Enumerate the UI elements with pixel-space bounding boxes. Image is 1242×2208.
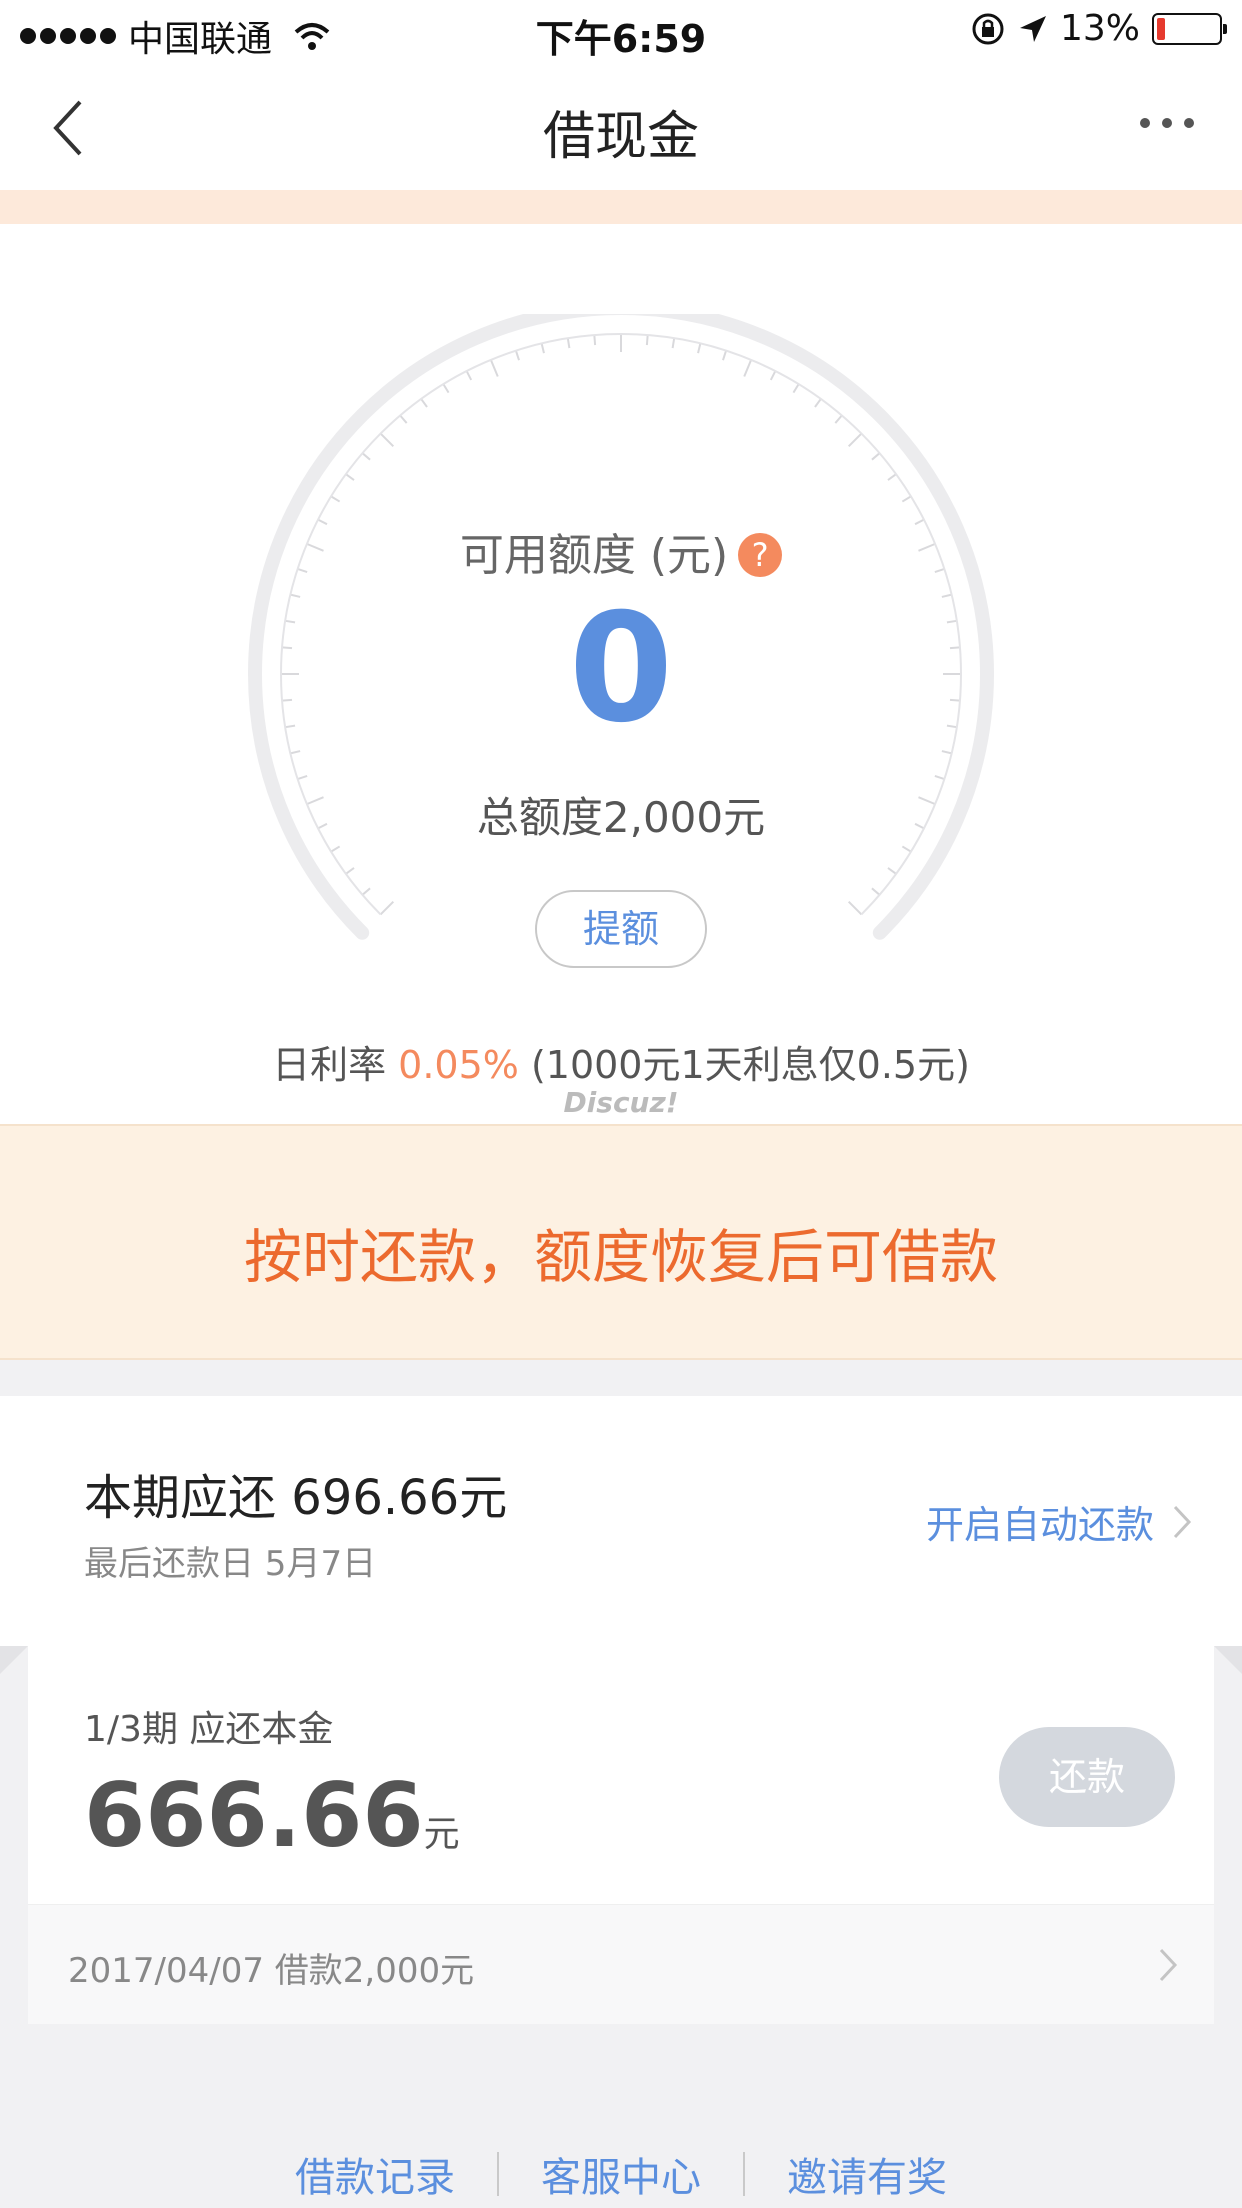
loan-info: 2017/04/07 借款2,000元 bbox=[68, 1951, 475, 1991]
autopay-link[interactable]: 开启自动还款 bbox=[926, 1494, 1192, 1549]
location-icon bbox=[1019, 15, 1046, 42]
gauge-tick bbox=[361, 887, 371, 896]
installment-label: 1/3期 应还本金 bbox=[84, 1709, 334, 1750]
raise-limit-button[interactable]: 提额 bbox=[535, 890, 707, 968]
footer-links: 借款记录 客服中心 邀请有奖 bbox=[0, 2140, 1242, 2208]
gauge-tick bbox=[871, 887, 881, 896]
gauge-tick bbox=[847, 432, 863, 448]
page: 中国联通 下午6:59 13% 借现金 可用额度 (元) ? 0 总额度2,00… bbox=[0, 0, 1242, 2208]
gauge-tick bbox=[330, 495, 341, 503]
chevron-right-icon bbox=[1159, 1948, 1178, 1982]
gauge-tick bbox=[934, 775, 945, 781]
help-icon[interactable]: ? bbox=[738, 533, 783, 577]
installment-amount-unit: 元 bbox=[423, 1814, 460, 1855]
gauge-tick bbox=[887, 473, 897, 481]
gauge-tick bbox=[814, 398, 822, 408]
gauge-tick bbox=[290, 750, 301, 755]
nav-bar: 借现金 bbox=[0, 64, 1242, 190]
daily-rate: 日利率 0.05% (1000元1天利息仅0.5元) bbox=[0, 1034, 1242, 1089]
available-credit-value: 0 bbox=[568, 582, 674, 756]
gauge-tick bbox=[379, 900, 395, 916]
last-repay-date: 最后还款日 5月7日 bbox=[84, 1544, 377, 1584]
gauge-tick bbox=[442, 383, 450, 394]
daily-rate-suffix: (1000元1天利息仅0.5元) bbox=[518, 1043, 970, 1087]
autopay-link-label: 开启自动还款 bbox=[925, 1503, 1154, 1547]
installment-card: 1/3期 应还本金 666.66元 还款 2017/04/07 借款2,000元 bbox=[28, 1646, 1214, 2024]
installment-amount-value: 666.66 bbox=[84, 1764, 424, 1867]
more-dots-icon[interactable] bbox=[1140, 118, 1194, 128]
loan-detail-row[interactable]: 2017/04/07 借款2,000元 bbox=[28, 1904, 1214, 2024]
installment-amount: 666.66元 bbox=[84, 1764, 460, 1867]
gauge-tick bbox=[399, 414, 408, 424]
gauge-tick bbox=[697, 343, 702, 354]
gauge-tick bbox=[645, 334, 649, 346]
invite-reward-link[interactable]: 邀请有奖 bbox=[745, 2145, 989, 2203]
available-credit-label: 可用额度 (元)? bbox=[0, 519, 1242, 583]
gauge-tick bbox=[514, 350, 520, 361]
gauge-tick bbox=[465, 370, 473, 381]
gauge-tick bbox=[489, 359, 499, 377]
gauge-tick bbox=[871, 452, 881, 461]
current-due-card: 本期应还 696.66元 最后还款日 5月7日 开启自动还款 bbox=[0, 1396, 1242, 1646]
total-credit: 总额度2,000元 bbox=[476, 793, 766, 842]
loan-records-link[interactable]: 借款记录 bbox=[253, 2145, 497, 2203]
page-title: 借现金 bbox=[542, 107, 699, 167]
gauge-tick bbox=[901, 495, 912, 503]
current-due-amount: 本期应还 696.66元 bbox=[84, 1470, 508, 1526]
chevron-right-icon bbox=[1173, 1505, 1192, 1538]
watermark: Discuz! bbox=[563, 1086, 679, 1119]
daily-rate-prefix: 日利率 bbox=[272, 1043, 399, 1087]
gauge-tick bbox=[941, 750, 952, 755]
battery-icon bbox=[1152, 12, 1227, 45]
gauge-tick bbox=[420, 398, 428, 408]
gauge-tick bbox=[379, 432, 395, 448]
card-corner-right bbox=[1214, 1646, 1242, 1674]
gauge-tick bbox=[593, 334, 597, 346]
card-corner-left bbox=[0, 1646, 28, 1674]
available-credit-label-text: 可用额度 (元) bbox=[459, 530, 729, 581]
gauge-tick bbox=[671, 338, 676, 349]
gauge-tick bbox=[566, 338, 571, 349]
battery-percent: 13% bbox=[1059, 8, 1140, 49]
gauge-tick bbox=[345, 473, 355, 481]
gauge-tick bbox=[743, 359, 753, 377]
gauge-tick bbox=[361, 452, 371, 461]
gauge-tick bbox=[901, 845, 912, 853]
status-right: 13% bbox=[970, 8, 1227, 49]
gauge-tick bbox=[792, 383, 800, 394]
status-bar: 中国联通 下午6:59 13% bbox=[0, 0, 1242, 64]
gauge-tick bbox=[330, 845, 341, 853]
orientation-lock-icon bbox=[972, 13, 1004, 44]
gauge-tick bbox=[847, 900, 863, 916]
notice-text: 按时还款，额度恢复后可借款 bbox=[243, 1223, 998, 1291]
battery-level-fill bbox=[1157, 17, 1165, 40]
gauge-tick bbox=[769, 370, 777, 381]
gauge-tick bbox=[834, 414, 843, 424]
repay-button[interactable]: 还款 bbox=[999, 1727, 1175, 1827]
gauge-tick bbox=[540, 343, 545, 354]
gauge-tick bbox=[887, 867, 897, 875]
daily-rate-value: 0.05% bbox=[398, 1043, 519, 1087]
gauge-tick bbox=[297, 775, 308, 781]
customer-service-link[interactable]: 客服中心 bbox=[499, 2145, 743, 2203]
credit-gauge-section: 可用额度 (元)? 0 总额度2,000元 提额 日利率 0.05% (1000… bbox=[0, 224, 1242, 1124]
repayment-notice: 按时还款，额度恢复后可借款 bbox=[0, 1124, 1242, 1360]
header-divider-strip bbox=[0, 190, 1242, 224]
gauge-tick bbox=[722, 350, 728, 361]
gauge-tick bbox=[345, 867, 355, 875]
